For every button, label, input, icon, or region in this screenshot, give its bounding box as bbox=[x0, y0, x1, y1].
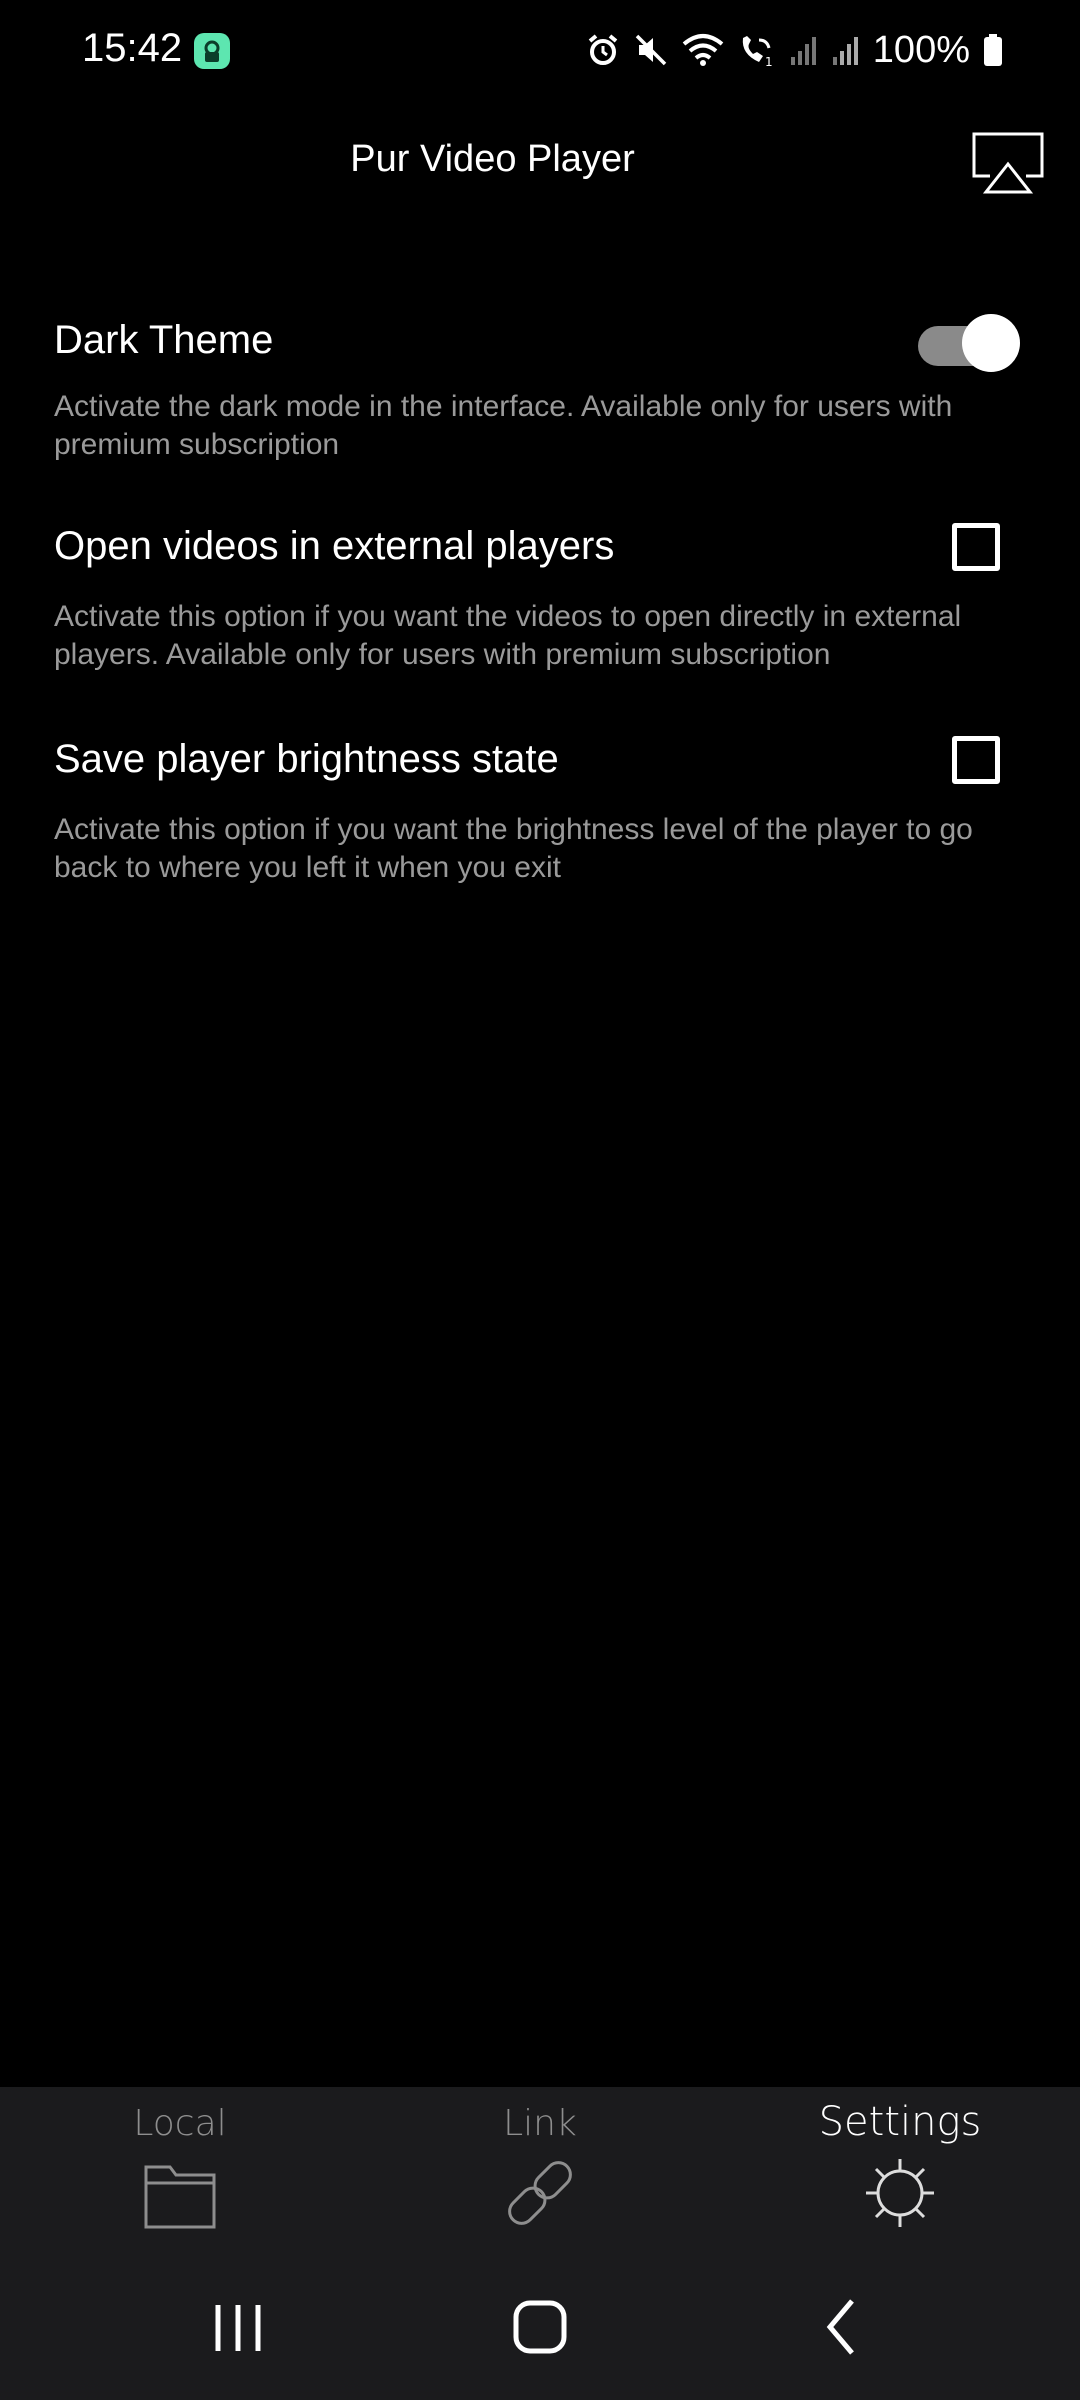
setting-title: Dark Theme bbox=[54, 318, 274, 362]
airplay-icon bbox=[972, 132, 1044, 194]
bottom-tab-bar: Local Link Settings bbox=[0, 2087, 1080, 2257]
save-brightness-checkbox[interactable] bbox=[952, 736, 1000, 784]
setting-description: Activate this option if you want the vid… bbox=[54, 600, 962, 671]
recents-icon bbox=[215, 2305, 261, 2351]
back-button[interactable] bbox=[802, 2287, 882, 2367]
mute-icon bbox=[633, 32, 669, 68]
tab-link[interactable]: Link bbox=[360, 2087, 720, 2257]
battery-icon bbox=[982, 32, 1004, 68]
setting-external-players: Open videos in external players Activate… bbox=[54, 524, 1024, 671]
signal-icon bbox=[789, 33, 819, 67]
tab-label: Settings bbox=[818, 2099, 982, 2145]
toggle-knob bbox=[962, 314, 1020, 372]
signal-icon bbox=[831, 33, 861, 67]
setting-title: Save player brightness state bbox=[54, 737, 559, 781]
tab-settings[interactable]: Settings bbox=[720, 2087, 1080, 2257]
home-icon bbox=[513, 2300, 567, 2354]
svg-text:1: 1 bbox=[765, 55, 773, 68]
app-notification-icon bbox=[194, 33, 230, 69]
system-nav-bar bbox=[0, 2257, 1080, 2400]
setting-description: Activate this option if you want the bri… bbox=[54, 813, 973, 884]
setting-save-brightness: Save player brightness state Activate th… bbox=[54, 737, 1024, 884]
wifi-calling-icon: 1 bbox=[737, 32, 777, 68]
dark-theme-toggle[interactable] bbox=[918, 312, 1020, 372]
home-button[interactable] bbox=[500, 2287, 580, 2367]
tab-local[interactable]: Local bbox=[0, 2087, 360, 2257]
tab-label: Link bbox=[503, 2103, 577, 2144]
link-icon bbox=[508, 2161, 572, 2225]
status-icons: 1 100% bbox=[585, 28, 1004, 72]
airplay-cast-button[interactable] bbox=[970, 130, 1046, 198]
status-time: 15:42 bbox=[82, 26, 183, 70]
setting-description: Activate the dark mode in the interface.… bbox=[54, 390, 953, 461]
app-title: Pur Video Player bbox=[350, 138, 635, 180]
alarm-icon bbox=[585, 32, 621, 68]
gear-icon bbox=[866, 2159, 934, 2227]
status-bar: 15:42 1 100% bbox=[0, 0, 1080, 100]
back-icon bbox=[826, 2299, 854, 2355]
tab-label: Local bbox=[133, 2103, 227, 2144]
recents-button[interactable] bbox=[198, 2287, 278, 2367]
setting-title: Open videos in external players bbox=[54, 524, 615, 568]
external-players-checkbox[interactable] bbox=[952, 523, 1000, 571]
battery-percentage: 100% bbox=[872, 28, 970, 71]
folder-icon bbox=[144, 2165, 216, 2229]
setting-dark-theme: Dark Theme Activate the dark mode in the… bbox=[54, 318, 1024, 461]
wifi-icon bbox=[681, 32, 725, 68]
